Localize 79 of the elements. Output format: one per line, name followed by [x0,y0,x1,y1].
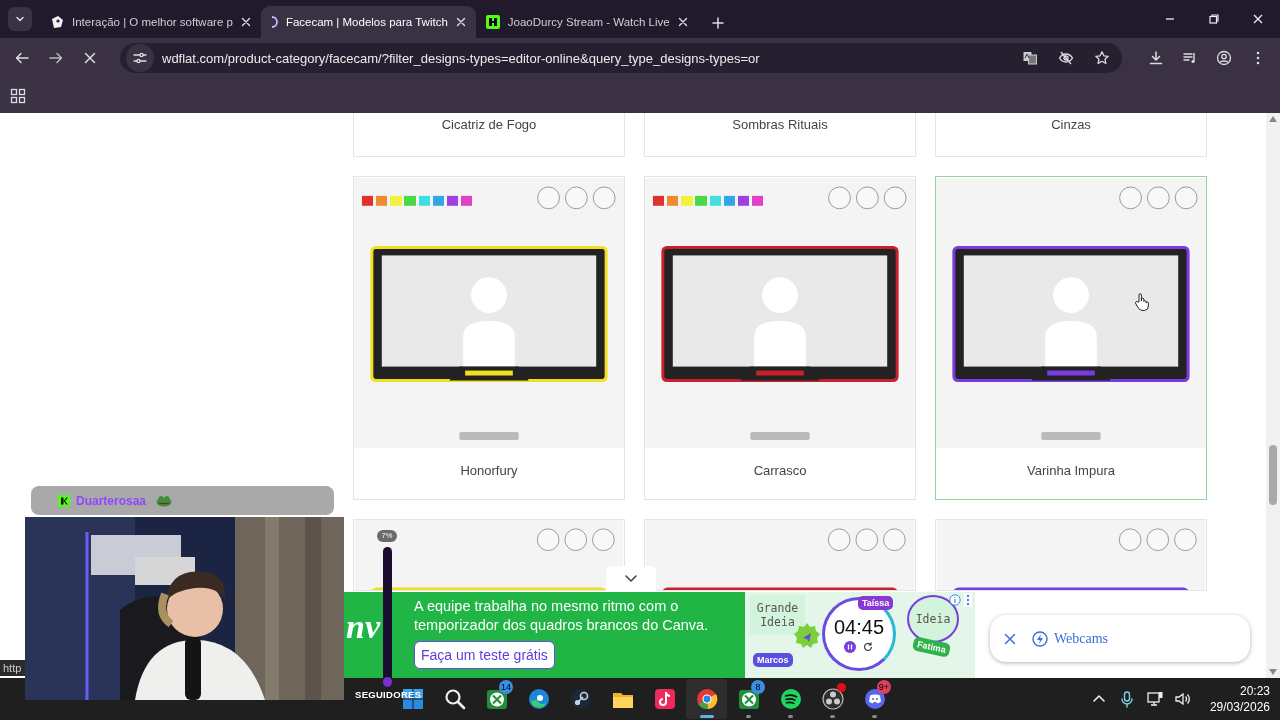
pause-icon[interactable] [844,640,856,653]
status-url: http [0,660,25,676]
notification-badge: 8 [751,680,765,694]
product-name[interactable]: Varinha Impura [1027,463,1115,478]
restore-icon[interactable] [1208,13,1220,25]
canva-logo: nv [346,608,380,646]
taskbar-app[interactable] [686,679,727,719]
close-tab-button[interactable] [677,17,688,27]
product-card[interactable] [644,519,916,591]
obs-icon[interactable] [820,687,845,711]
back-icon[interactable] [14,50,30,66]
clock-time: 20:23 [1239,683,1270,699]
product-name[interactable]: Honorfury [460,463,518,478]
close-tab-button[interactable] [240,17,251,27]
lightning-icon[interactable] [1032,630,1048,647]
timer-value: 04:45 [833,615,885,639]
spotify-icon[interactable] [778,687,803,711]
loading-spinner-icon [270,16,278,28]
tune-button[interactable] [126,44,154,72]
reset-icon[interactable] [862,640,874,653]
taskbar-app[interactable]: 9+ [854,679,895,719]
steam-icon[interactable] [568,687,593,711]
name-tag: Marcos [753,653,793,667]
ad-text: A equipe trabalha no mesmo ritmo com o temporizador dos quadros brancos do Canva. [414,597,710,635]
scroll-thumb[interactable] [1269,445,1277,505]
product-card[interactable] [935,519,1207,591]
product-name[interactable]: Carrasco [753,463,807,478]
product-card[interactable] [353,519,625,591]
eye-off-icon[interactable] [1058,50,1074,66]
browser-tab[interactable]: Interação | O melhor software p [40,6,261,38]
notification-badge: 14 [499,680,513,694]
sticky-note: Grande Ideia [750,595,805,635]
logo-icon [58,494,70,507]
translate-icon[interactable] [1022,50,1038,66]
playlist-icon[interactable] [1182,50,1198,66]
edge-icon[interactable] [526,687,551,711]
profile-icon[interactable] [1216,50,1232,66]
free-trial-button[interactable]: Faça um teste grátis [414,641,555,669]
tiktok-icon[interactable] [652,687,677,711]
search-icon[interactable] [442,687,467,711]
tab-list-button[interactable] [8,7,32,31]
chevron-down-icon[interactable] [624,574,638,584]
info-icon[interactable] [949,594,961,606]
product-name[interactable]: Cicatriz de Fogo [441,117,537,132]
chevron-down-icon[interactable] [15,14,25,24]
browser-tab[interactable]: Facecam | Modelos para Twitch [260,6,476,38]
product-card[interactable]: Carrasco [644,176,916,500]
close-icon[interactable] [1252,13,1264,25]
taskbar-app[interactable]: 8 [728,679,769,719]
clock-date: 29/03/2026 [1209,699,1270,715]
network-icon[interactable] [1145,690,1164,708]
frog-emote-icon [156,494,173,507]
clock[interactable]: 20:23 29/03/2026 [1209,683,1270,715]
stop-icon[interactable] [82,50,98,66]
product-name[interactable]: Sombras Rituais [732,117,828,132]
notification-badge: 9+ [876,680,891,694]
star-icon[interactable] [1094,50,1110,66]
forward-icon[interactable] [48,50,64,66]
tune-icon[interactable] [132,50,148,66]
close-tab-button[interactable] [455,17,466,27]
scroll-up-icon[interactable] [1269,116,1277,122]
taskbar-app[interactable]: 14 [476,679,517,719]
logo-icon [485,15,500,29]
hand-cursor-icon [1135,293,1149,311]
product-card[interactable]: Varinha Impura [935,176,1207,500]
product-name[interactable]: Cinzas [1051,117,1091,132]
sticker-icon [793,622,821,650]
volume-icon[interactable] [1173,690,1192,708]
chrome-icon[interactable] [694,687,719,711]
browser-tab[interactable]: JoaoDurcy Stream - Watch Live [475,6,698,38]
new-tab-button[interactable] [711,17,724,29]
name-tag: Taíssa [858,596,894,610]
close-button[interactable] [1004,632,1016,645]
webcams-button[interactable]: Webcams [1032,630,1109,647]
logo-icon [50,15,64,29]
scroll-down-icon[interactable] [1269,669,1277,675]
product-card[interactable]: Honorfury [353,176,625,500]
download-icon[interactable] [1148,50,1164,66]
apps-grid-icon[interactable] [10,87,26,104]
